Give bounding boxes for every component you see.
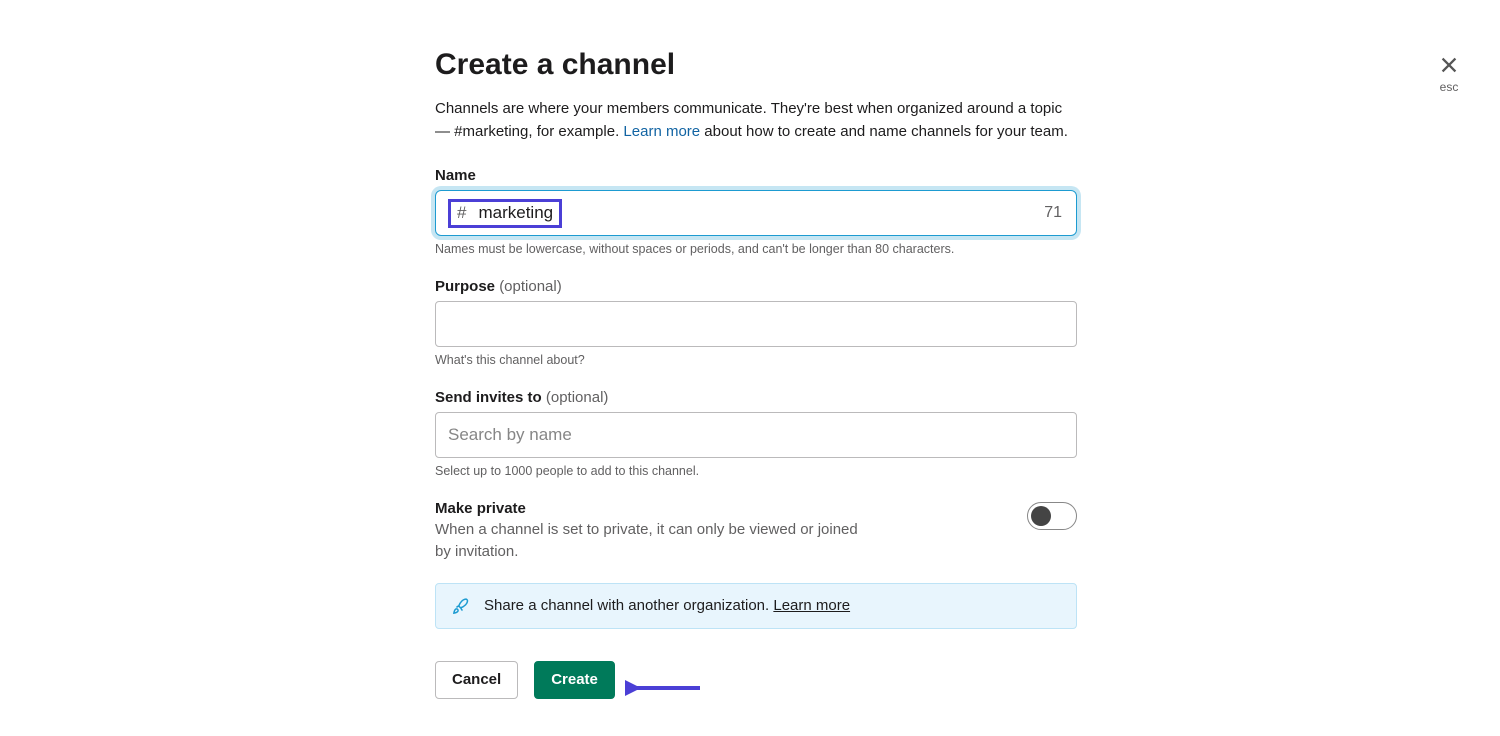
rocket-icon [452,597,470,615]
invites-input[interactable] [435,412,1077,458]
purpose-helper: What's this channel about? [435,353,1077,367]
share-info-banner: Share a channel with another organizatio… [435,583,1077,629]
purpose-label: Purpose (optional) [435,278,1077,295]
private-toggle[interactable] [1027,502,1077,530]
char-remaining: 71 [1044,204,1062,222]
create-channel-modal: Create a channel Channels are where your… [435,48,1077,699]
hash-prefix: # [457,204,466,221]
channel-name-input[interactable]: # marketing 71 [435,190,1077,236]
make-private-text: Make private When a channel is set to pr… [435,500,875,563]
cancel-button[interactable]: Cancel [435,661,518,699]
make-private-desc: When a channel is set to private, it can… [435,519,875,563]
modal-description: Channels are where your members communic… [435,98,1077,143]
purpose-input[interactable] [435,301,1077,347]
modal-description-post: about how to create and name channels fo… [700,123,1068,140]
button-row: Cancel Create [435,661,1077,699]
invites-helper: Select up to 1000 people to add to this … [435,464,1077,478]
share-banner-text: Share a channel with another organizatio… [484,597,850,614]
close-button[interactable]: esc [1438,54,1460,94]
share-learn-more-link[interactable]: Learn more [773,597,850,614]
modal-title: Create a channel [435,48,1077,82]
make-private-row: Make private When a channel is set to pr… [435,500,1077,563]
close-icon [1438,54,1460,76]
close-label: esc [1438,80,1460,94]
learn-more-link[interactable]: Learn more [623,123,700,140]
toggle-knob [1031,506,1051,526]
name-label: Name [435,167,1077,184]
channel-name-value: marketing [478,204,553,221]
create-button[interactable]: Create [534,661,615,699]
name-helper: Names must be lowercase, without spaces … [435,242,1077,256]
invites-label: Send invites to (optional) [435,389,1077,406]
name-highlight-annotation: # marketing [448,199,562,228]
make-private-title: Make private [435,500,875,517]
